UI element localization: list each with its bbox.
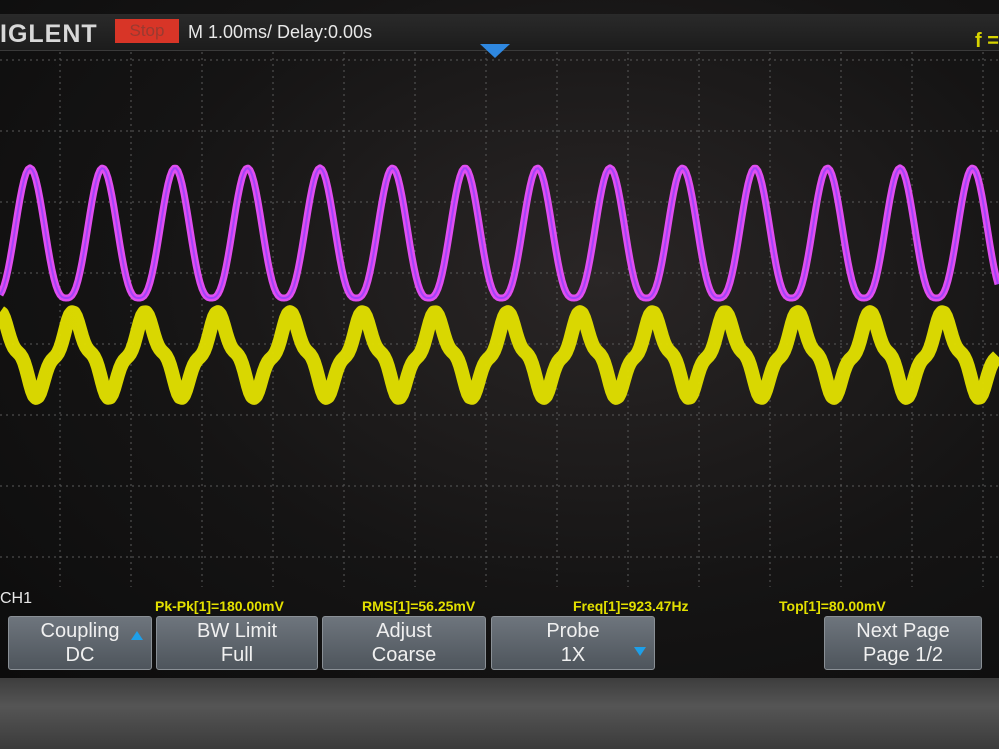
measurement-rms: RMS[1]=56.25mV [362,598,476,614]
timebase-readout: M 1.00ms/ Delay:0.00s [188,22,373,42]
bw-limit-value: Full [220,644,254,666]
measurement-top: Top[1]=80.00mV [779,598,886,614]
probe-softkey[interactable]: Probe 1X [491,616,655,670]
adjust-value: Coarse [371,644,437,666]
coupling-label: Coupling [40,620,120,642]
channel-2-waveform [0,164,999,302]
down-arrow-icon [634,647,646,656]
channel-1-waveform [0,305,999,405]
measurement-pkpk: Pk-Pk[1]=180.00mV [155,598,284,614]
next-page-label: Next Page [856,620,950,642]
oscilloscope-screen: IGLENT Stop M 1.00ms/ Delay:0.00s f = CH… [0,0,999,690]
run-status-indicator[interactable]: Stop [115,19,179,43]
probe-label: Probe [546,620,600,642]
adjust-softkey[interactable]: Adjust Coarse [322,616,486,670]
next-page-softkey[interactable]: Next Page Page 1/2 [824,616,982,670]
device-bezel [0,678,999,749]
measurement-freq: Freq[1]=923.47Hz [573,598,689,614]
probe-value: 1X [560,644,586,666]
page-indicator: Page 1/2 [862,644,944,666]
adjust-label: Adjust [376,620,432,642]
coupling-softkey[interactable]: Coupling DC [8,616,152,670]
coupling-value: DC [65,644,95,666]
channel-label: CH1 [0,590,33,607]
trigger-readout: f = [975,30,999,52]
bw-limit-label: BW Limit [197,620,277,642]
up-arrow-icon [131,631,143,640]
measurement-bar: CH1 Pk-Pk[1]=180.00mV RMS[1]=56.25mV Fre… [0,588,999,614]
waveform-display [0,52,999,587]
brand-logo: IGLENT [0,20,98,48]
bw-limit-softkey[interactable]: BW Limit Full [156,616,318,670]
